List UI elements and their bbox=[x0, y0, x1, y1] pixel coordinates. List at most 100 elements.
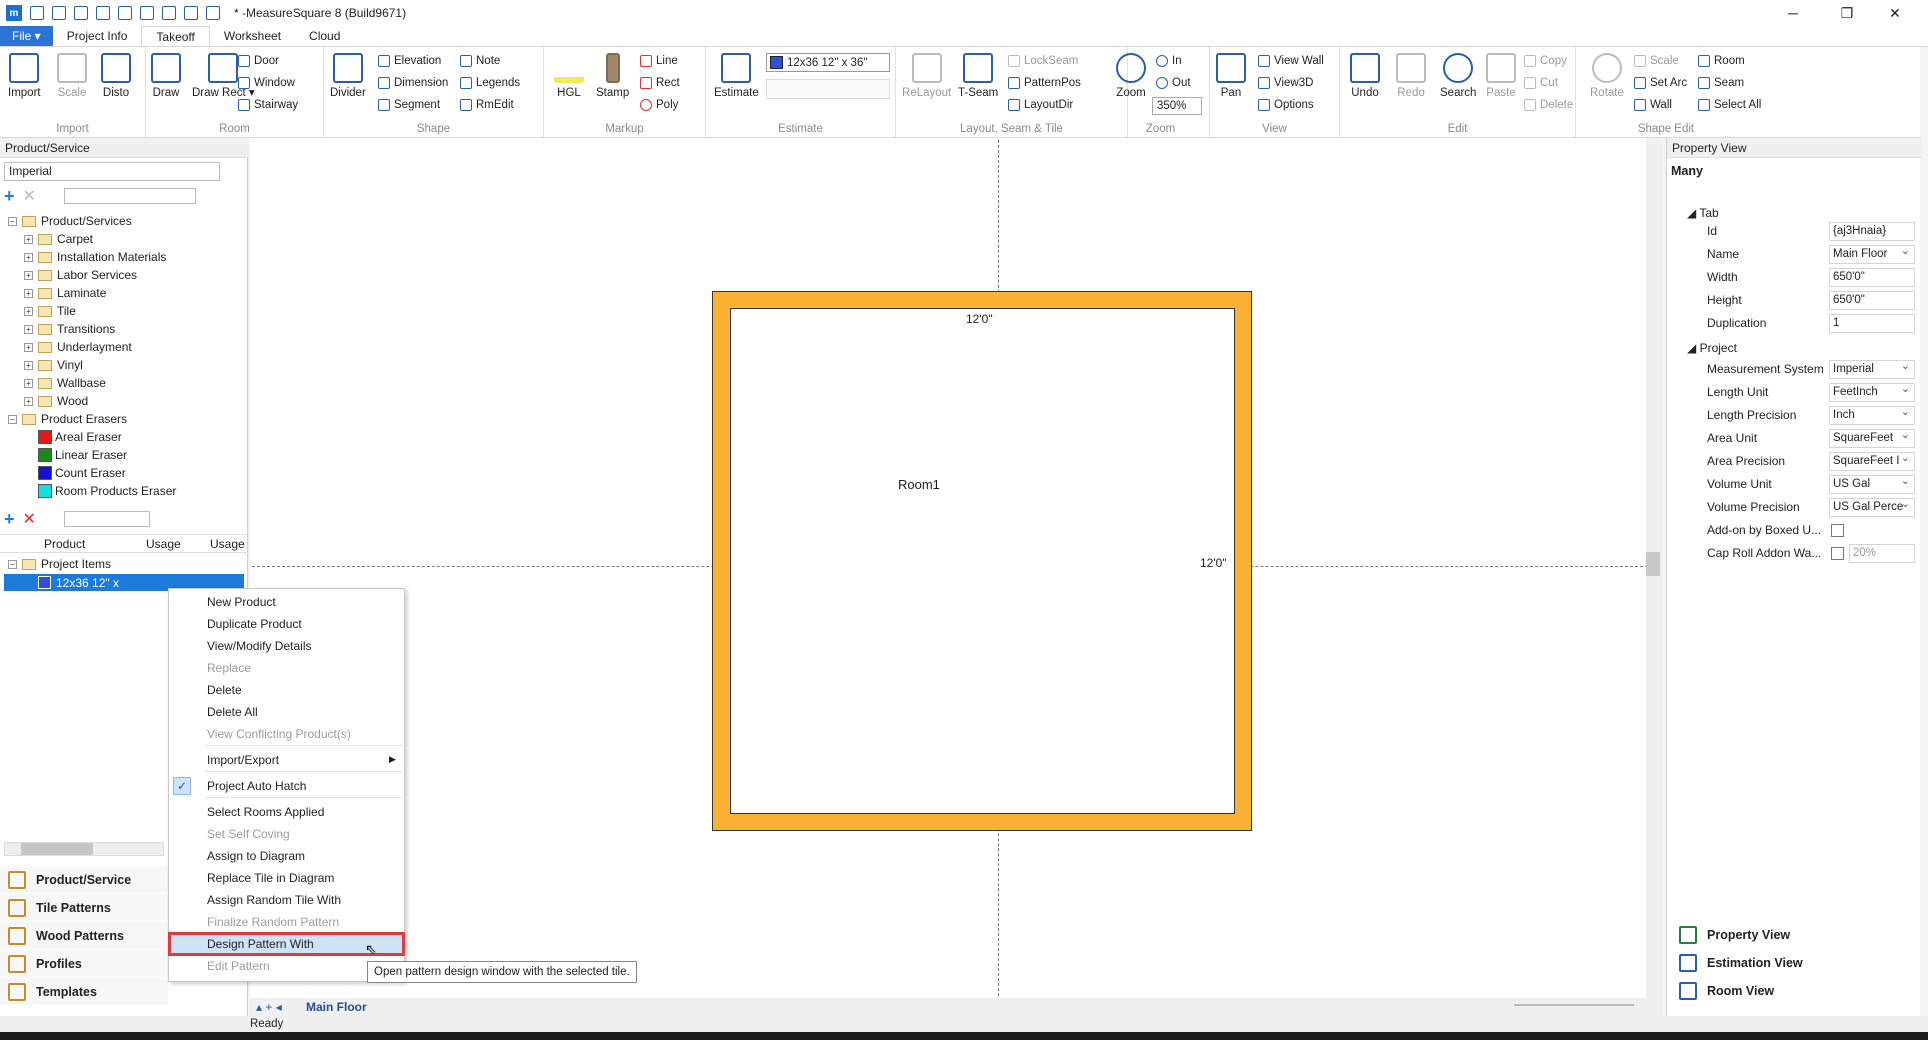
zoom-out-button[interactable]: Out bbox=[1156, 75, 1191, 91]
view-wall-button[interactable]: View Wall bbox=[1258, 53, 1324, 69]
search-button[interactable]: Search bbox=[1440, 53, 1476, 100]
menu-item-finalize-random-pattern[interactable]: Finalize Random Pattern bbox=[169, 911, 404, 933]
undo-button[interactable]: Undo bbox=[1350, 53, 1380, 100]
room-floor[interactable] bbox=[730, 308, 1235, 814]
redo-quick-icon[interactable] bbox=[118, 6, 132, 20]
redo-button[interactable]: Redo bbox=[1396, 53, 1426, 100]
open-folder-icon[interactable] bbox=[52, 6, 66, 20]
project-items-root[interactable]: − Project Items bbox=[8, 555, 111, 573]
menu-item-replace-tile-in-diagram[interactable]: Replace Tile in Diagram bbox=[169, 867, 404, 889]
zoom-slider[interactable] bbox=[1514, 1004, 1634, 1006]
close-button[interactable]: ✕ bbox=[1872, 0, 1918, 26]
delete-item-icon[interactable]: ✕ bbox=[23, 509, 36, 529]
property-value[interactable]: FeetInch bbox=[1829, 382, 1915, 402]
expand-icon[interactable]: + bbox=[24, 360, 33, 370]
window-button[interactable]: Window bbox=[238, 75, 295, 91]
menu-item-project-auto-hatch[interactable]: Project Auto Hatch bbox=[169, 775, 404, 797]
tab-takeoff[interactable]: Takeoff bbox=[141, 26, 210, 46]
item-search-input[interactable] bbox=[63, 511, 150, 527]
zoom-button[interactable]: Zoom bbox=[1116, 53, 1146, 100]
eraser-item[interactable]: Count Eraser bbox=[38, 464, 126, 482]
new-file-icon[interactable] bbox=[30, 6, 44, 20]
nav-wood-patterns[interactable]: Wood Patterns bbox=[0, 922, 168, 949]
property-value[interactable]: 650'0" bbox=[1829, 290, 1915, 310]
room-label[interactable]: Room1 bbox=[898, 477, 940, 492]
property-value[interactable]: US Gal Perce bbox=[1829, 497, 1915, 517]
lockseam-button[interactable]: LockSeam bbox=[1008, 53, 1078, 69]
tree-item-underlayment[interactable]: + Underlayment bbox=[24, 338, 132, 356]
property-value[interactable]: SquareFeet I bbox=[1829, 451, 1915, 471]
settings-gear-icon[interactable] bbox=[162, 6, 176, 20]
print-icon[interactable] bbox=[140, 6, 154, 20]
cap-roll-checkbox[interactable] bbox=[1831, 547, 1844, 560]
scale-button[interactable]: Scale bbox=[57, 53, 87, 100]
options-button[interactable]: Options bbox=[1258, 97, 1314, 113]
door-button[interactable]: Door bbox=[238, 53, 279, 69]
stairway-button[interactable]: Stairway bbox=[238, 97, 298, 113]
tree-item-laminate[interactable]: + Laminate bbox=[24, 284, 106, 302]
tree-item-labor-services[interactable]: + Labor Services bbox=[24, 266, 137, 284]
property-value[interactable]: {aj3Hnaia} bbox=[1829, 221, 1915, 241]
cloud-icon[interactable] bbox=[206, 6, 220, 20]
menu-item-import-export[interactable]: Import/Export bbox=[169, 749, 404, 771]
minimize-button[interactable]: ─ bbox=[1770, 0, 1816, 26]
divider-button[interactable]: Divider bbox=[330, 53, 366, 100]
segment-button[interactable]: Segment bbox=[378, 97, 440, 113]
maximize-button[interactable]: ❐ bbox=[1824, 0, 1870, 26]
vertical-scrollbar[interactable] bbox=[1646, 138, 1662, 998]
legends-button[interactable]: Legends bbox=[460, 75, 520, 91]
view3d-button[interactable]: View3D bbox=[1258, 75, 1313, 91]
estimate-button[interactable]: Estimate bbox=[714, 53, 759, 100]
property-value[interactable]: Imperial bbox=[1829, 359, 1915, 379]
nav-tile-patterns[interactable]: Tile Patterns bbox=[0, 894, 168, 921]
add-floor-icon[interactable]: ▴ + ◂ bbox=[256, 1000, 282, 1014]
menu-item-assign-to-diagram[interactable]: Assign to Diagram bbox=[169, 845, 404, 867]
remove-icon[interactable]: ✕ bbox=[23, 186, 36, 206]
seam-select-button[interactable]: Seam bbox=[1698, 75, 1744, 91]
line-button[interactable]: Line bbox=[640, 53, 678, 69]
delete-button[interactable]: Delete bbox=[1524, 97, 1573, 113]
nav-property-view[interactable]: Property View bbox=[1671, 921, 1917, 948]
add-item-icon[interactable]: + bbox=[4, 509, 15, 530]
property-value[interactable]: SquareFeet bbox=[1829, 428, 1915, 448]
save-icon[interactable] bbox=[74, 6, 88, 20]
menu-item-select-rooms-applied[interactable]: Select Rooms Applied bbox=[169, 801, 404, 823]
undo-quick-icon[interactable] bbox=[96, 6, 110, 20]
relayout-button[interactable]: ReLayout bbox=[902, 53, 951, 100]
set-arc-button[interactable]: Set Arc bbox=[1634, 75, 1687, 91]
nav-estimation-view[interactable]: Estimation View bbox=[1671, 949, 1917, 976]
tab-worksheet[interactable]: Worksheet bbox=[210, 26, 295, 46]
property-value[interactable]: 20% bbox=[1849, 543, 1915, 563]
property-value[interactable]: US Gal bbox=[1829, 474, 1915, 494]
help-icon[interactable] bbox=[184, 6, 198, 20]
rect-button[interactable]: Rect bbox=[640, 75, 680, 91]
property-value[interactable]: 1 bbox=[1829, 313, 1915, 333]
tree-item-vinyl[interactable]: + Vinyl bbox=[24, 356, 83, 374]
tree-item-wallbase[interactable]: + Wallbase bbox=[24, 374, 106, 392]
eraser-item[interactable]: Room Products Eraser bbox=[38, 482, 176, 500]
layoutdir-button[interactable]: LayoutDir bbox=[1008, 97, 1073, 113]
tab-project-info[interactable]: Project Info bbox=[53, 26, 142, 46]
note-button[interactable]: Note bbox=[460, 53, 500, 69]
property-value[interactable]: 650'0" bbox=[1829, 267, 1915, 287]
add-icon[interactable]: + bbox=[4, 186, 15, 207]
cut-button[interactable]: Cut bbox=[1524, 75, 1558, 91]
menu-item-new-product[interactable]: New Product bbox=[169, 591, 404, 613]
property-value[interactable]: Main Floor bbox=[1829, 244, 1915, 264]
section-tab[interactable]: ◢ Tab bbox=[1687, 206, 1719, 220]
expand-icon[interactable]: + bbox=[24, 288, 33, 298]
scale-shape-button[interactable]: Scale bbox=[1634, 53, 1679, 69]
select-all-button[interactable]: Select All bbox=[1698, 97, 1761, 113]
pan-button[interactable]: Pan bbox=[1216, 53, 1246, 100]
patternpos-button[interactable]: PatternPos bbox=[1008, 75, 1081, 91]
expand-icon[interactable]: + bbox=[24, 378, 33, 388]
elevation-button[interactable]: Elevation bbox=[378, 53, 441, 69]
zoom-in-button[interactable]: In bbox=[1156, 53, 1182, 69]
menu-item-delete-all[interactable]: Delete All bbox=[169, 701, 404, 723]
rmedit-button[interactable]: RmEdit bbox=[460, 97, 514, 113]
paste-button[interactable]: Paste bbox=[1486, 53, 1516, 100]
addon-checkbox[interactable] bbox=[1831, 524, 1844, 537]
menu-item-assign-random-tile-with[interactable]: Assign Random Tile With bbox=[169, 889, 404, 911]
expand-icon[interactable]: + bbox=[24, 396, 33, 406]
poly-button[interactable]: Poly bbox=[640, 97, 678, 113]
